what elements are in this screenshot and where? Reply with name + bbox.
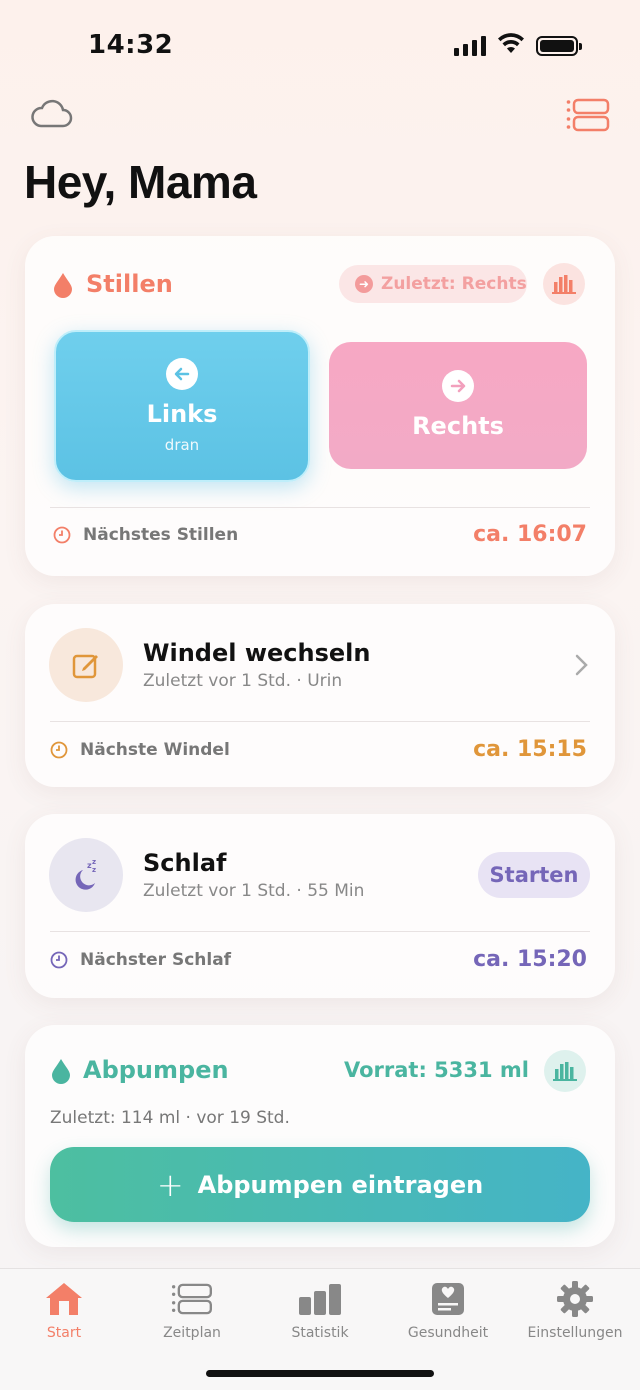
abpumpen-stock: Vorrat: 5331 ml bbox=[343, 1058, 529, 1082]
stillen-stats-button[interactable] bbox=[543, 263, 585, 305]
greeting-title: Hey, Mama bbox=[24, 156, 257, 208]
right-side-label: Rechts bbox=[412, 412, 504, 440]
gear-icon bbox=[557, 1281, 593, 1317]
stillen-title: Stillen bbox=[86, 270, 173, 298]
last-side-pill: ➜ Zuletzt: Rechts bbox=[339, 265, 527, 303]
tab-zeitplan-label: Zeitplan bbox=[163, 1325, 221, 1341]
chevron-right-icon bbox=[575, 654, 588, 676]
plus-icon: + bbox=[156, 1165, 184, 1204]
abpumpen-title: Abpumpen bbox=[83, 1056, 229, 1084]
cloud-icon[interactable] bbox=[30, 98, 74, 130]
windel-card[interactable]: Windel wechseln Zuletzt vor 1 Std. · Uri… bbox=[25, 604, 615, 787]
divider bbox=[50, 721, 590, 722]
tab-gesundheit[interactable]: Gesundheit bbox=[384, 1279, 512, 1341]
chart-icon bbox=[299, 1284, 341, 1315]
stillen-card: Stillen ➜ Zuletzt: Rechts Links dran Rec… bbox=[25, 236, 615, 576]
abpumpen-add-label: Abpumpen eintragen bbox=[197, 1170, 484, 1199]
sleep-icon-circle: z z z bbox=[49, 838, 123, 912]
divider bbox=[50, 931, 590, 932]
arrow-left-icon bbox=[166, 358, 198, 390]
next-schlaf-label: Nächster Schlaf bbox=[80, 950, 232, 970]
status-time: 14:32 bbox=[88, 30, 174, 60]
svg-text:z: z bbox=[92, 858, 96, 866]
arrow-right-icon: ➜ bbox=[355, 275, 373, 293]
clock-icon bbox=[50, 741, 68, 759]
next-windel-time: ca. 15:15 bbox=[473, 737, 587, 762]
tab-statistik[interactable]: Statistik bbox=[256, 1279, 384, 1341]
divider bbox=[50, 507, 590, 508]
arrow-right-icon bbox=[442, 370, 474, 402]
wifi-icon bbox=[498, 33, 524, 53]
clock-icon bbox=[53, 526, 71, 544]
next-windel-label: Nächste Windel bbox=[80, 740, 230, 760]
moon-icon: z z z bbox=[75, 858, 96, 890]
droplet-icon bbox=[54, 273, 72, 298]
right-side-button[interactable]: Rechts bbox=[329, 342, 587, 469]
schlaf-title: Schlaf bbox=[143, 849, 227, 877]
abpumpen-stats-button[interactable] bbox=[544, 1050, 586, 1092]
schedule-icon bbox=[171, 1283, 212, 1315]
tab-gesundheit-label: Gesundheit bbox=[407, 1325, 489, 1341]
chart-icon bbox=[553, 1062, 577, 1081]
abpumpen-last: Zuletzt: 114 ml · vor 19 Std. bbox=[50, 1108, 290, 1128]
home-icon bbox=[46, 1283, 82, 1315]
home-indicator bbox=[206, 1370, 434, 1377]
tab-statistik-label: Statistik bbox=[291, 1325, 349, 1341]
windel-title: Windel wechseln bbox=[143, 639, 371, 667]
next-windel-row: Nächste Windel bbox=[50, 740, 230, 760]
next-stillen-time: ca. 16:07 bbox=[473, 522, 587, 547]
left-side-sub: dran bbox=[164, 436, 200, 454]
schlaf-subtitle: Zuletzt vor 1 Std. · 55 Min bbox=[143, 881, 365, 901]
next-schlaf-row: Nächster Schlaf bbox=[50, 950, 231, 970]
tab-zeitplan[interactable]: Zeitplan bbox=[128, 1279, 256, 1341]
cellular-signal-icon bbox=[454, 34, 486, 56]
left-side-button[interactable]: Links dran bbox=[54, 330, 310, 482]
svg-text:z: z bbox=[92, 866, 96, 874]
droplet-icon bbox=[52, 1059, 70, 1084]
battery-icon bbox=[536, 36, 582, 56]
schlaf-start-button[interactable]: Starten bbox=[478, 852, 590, 898]
windel-subtitle: Zuletzt vor 1 Std. · Urin bbox=[143, 671, 343, 691]
tab-einstellungen[interactable]: Einstellungen bbox=[511, 1279, 639, 1341]
schlaf-card: z z z Schlaf Zuletzt vor 1 Std. · 55 Min… bbox=[25, 814, 615, 998]
tab-start[interactable]: Start bbox=[0, 1279, 128, 1341]
next-schlaf-time: ca. 15:20 bbox=[473, 947, 587, 972]
schedule-icon[interactable] bbox=[566, 98, 610, 132]
chart-icon bbox=[552, 275, 576, 294]
diaper-icon-circle bbox=[49, 628, 123, 702]
clock-icon bbox=[50, 951, 68, 969]
health-icon bbox=[432, 1283, 464, 1315]
last-side-label: Zuletzt: Rechts bbox=[381, 274, 527, 294]
next-stillen-row: Nächstes Stillen bbox=[53, 525, 238, 545]
tab-einstellungen-label: Einstellungen bbox=[527, 1325, 623, 1341]
left-side-label: Links bbox=[146, 400, 218, 428]
next-stillen-label: Nächstes Stillen bbox=[83, 525, 239, 545]
edit-icon bbox=[72, 654, 98, 679]
abpumpen-card: Abpumpen Vorrat: 5331 ml Zuletzt: 114 ml… bbox=[25, 1025, 615, 1247]
status-bar: 14:32 bbox=[0, 0, 640, 92]
abpumpen-add-button[interactable]: + Abpumpen eintragen bbox=[50, 1147, 590, 1222]
tab-start-label: Start bbox=[46, 1325, 82, 1341]
